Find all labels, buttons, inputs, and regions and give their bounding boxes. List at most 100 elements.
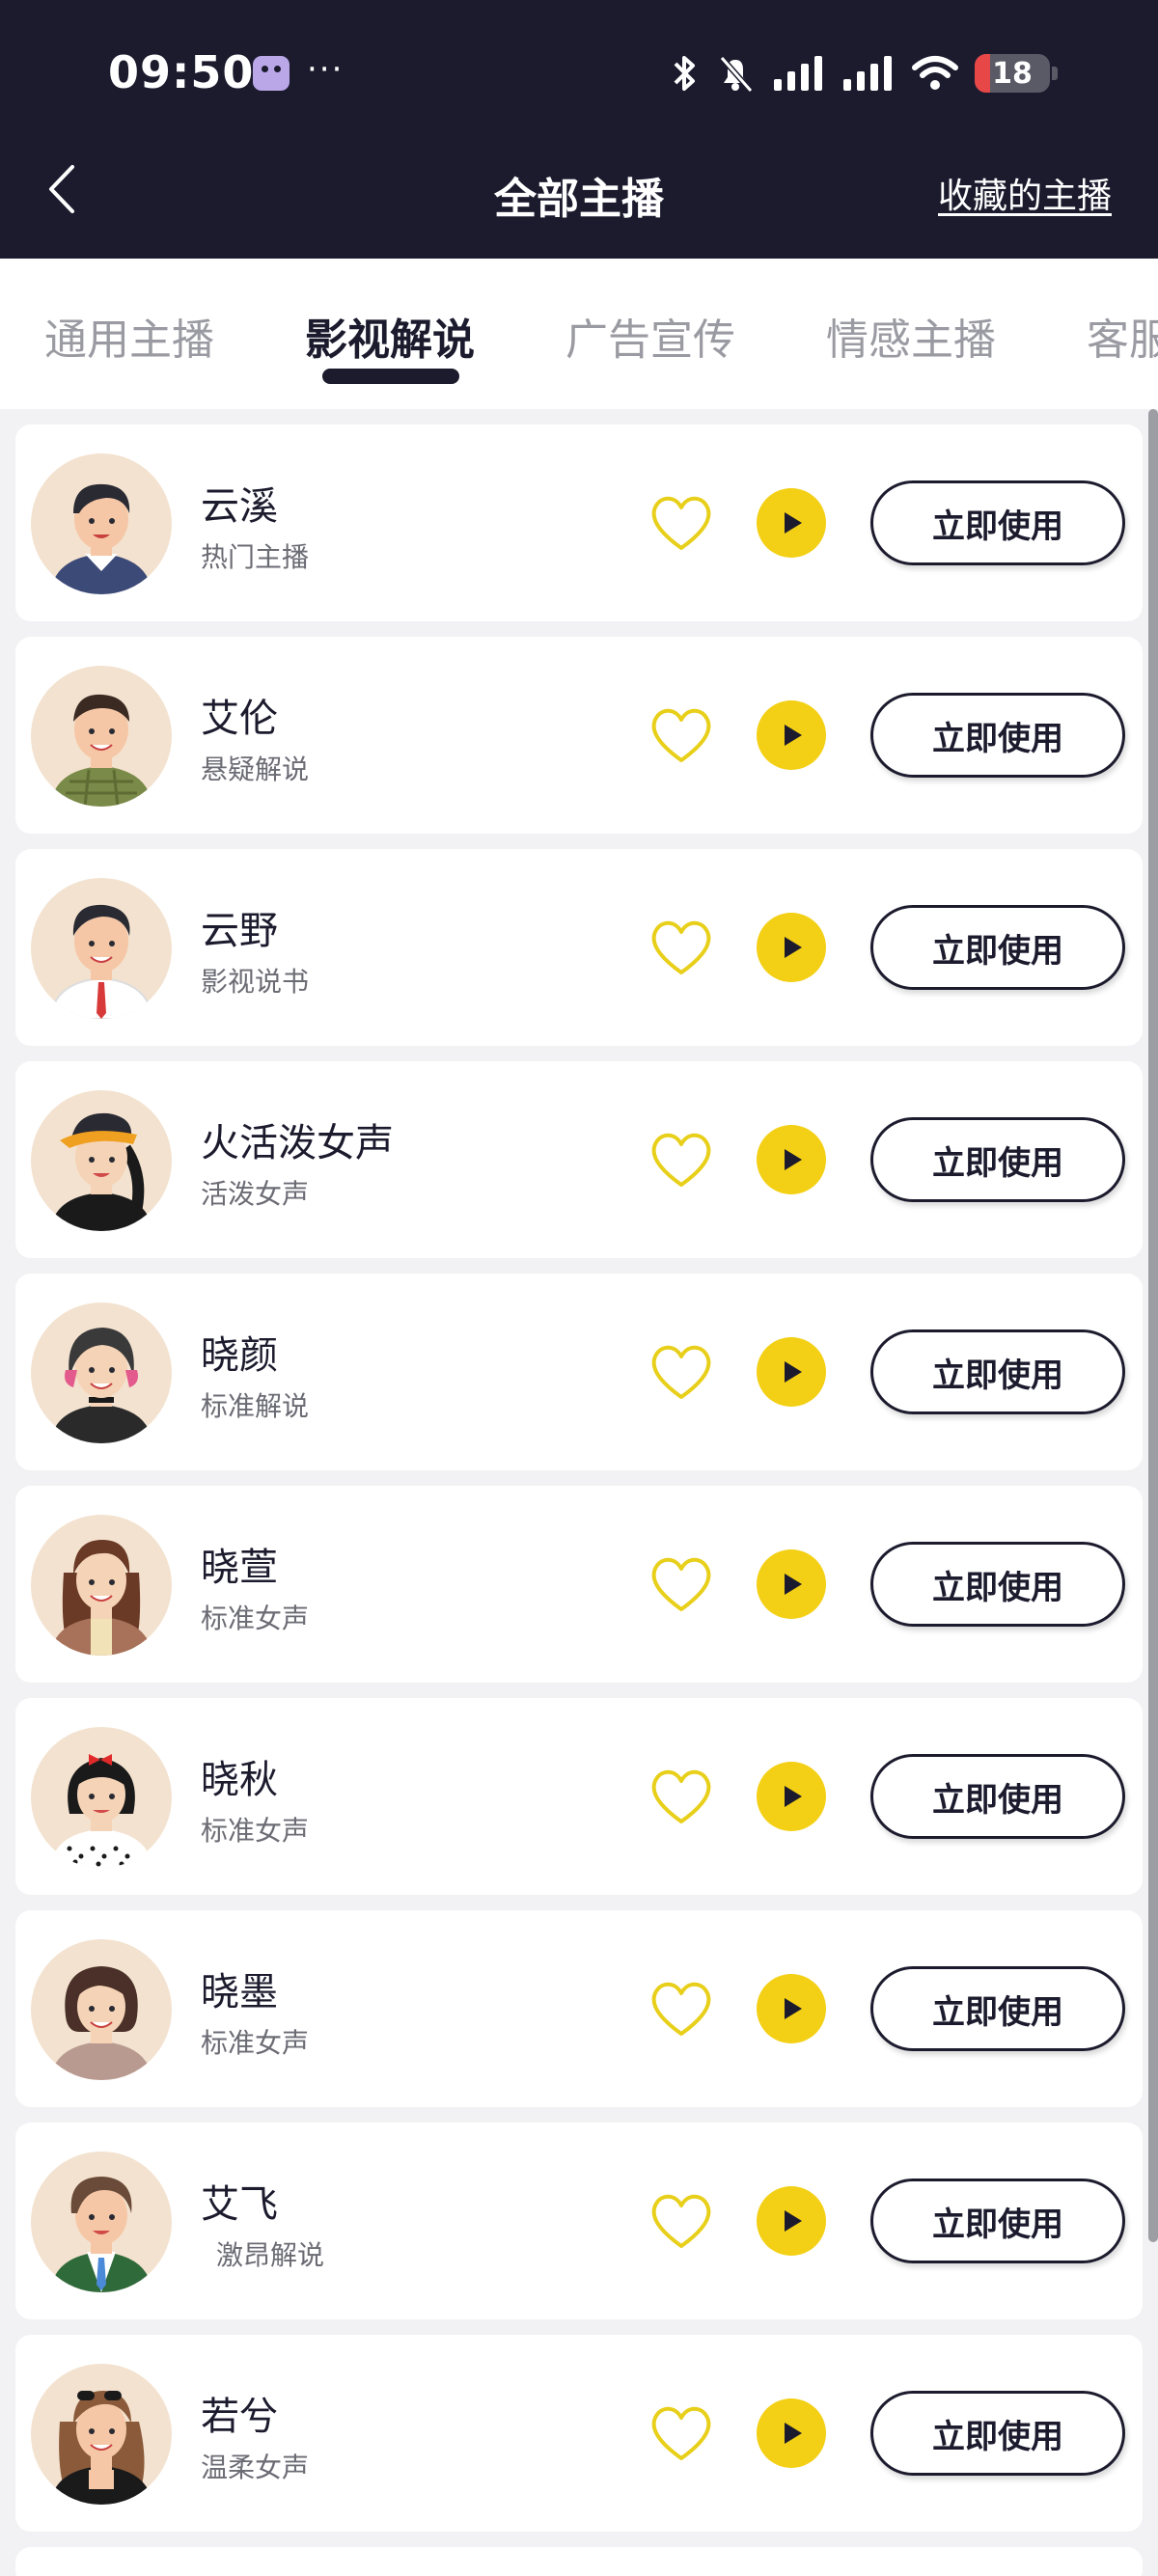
play-icon <box>785 937 802 958</box>
play-sample-button[interactable] <box>757 1337 826 1407</box>
heart-icon <box>651 920 711 974</box>
anchor-desc: 标准女声 <box>201 1603 310 1634</box>
favorites-link[interactable]: 收藏的主播 <box>938 168 1112 218</box>
anchor-desc: 标准女声 <box>201 2027 310 2059</box>
anchor-desc: 影视说书 <box>201 966 310 998</box>
avatar <box>31 1302 172 1443</box>
avatar <box>31 878 172 1019</box>
heart-icon <box>651 2194 711 2248</box>
anchor-name: 云溪 <box>201 484 278 529</box>
anchor-name: 若兮 <box>201 2395 278 2439</box>
play-sample-button[interactable] <box>757 2398 826 2468</box>
avatar <box>31 1727 172 1868</box>
play-sample-button[interactable] <box>757 1762 826 1831</box>
anchor-card: 晓颜 标准解说 立即使用 <box>15 1274 1143 1470</box>
anchor-card: 晓秋 标准女声 立即使用 <box>15 1698 1143 1895</box>
avatar <box>31 1515 172 1656</box>
anchor-card: 艾伦 悬疑解说 立即使用 <box>15 637 1143 834</box>
favorite-heart-button[interactable] <box>647 1974 716 2043</box>
anchor-card: 云野 影视说书 立即使用 <box>15 849 1143 1046</box>
use-now-button[interactable]: 立即使用 <box>870 1966 1125 2051</box>
play-icon <box>785 1998 802 2019</box>
signal-icon <box>843 56 892 91</box>
favorite-heart-button[interactable] <box>647 1337 716 1407</box>
use-now-button[interactable]: 立即使用 <box>870 2391 1125 2476</box>
play-icon <box>785 1149 802 1170</box>
play-icon <box>785 2210 802 2232</box>
more-notifications-icon: ··· <box>307 50 345 89</box>
heart-icon <box>651 1133 711 1187</box>
use-now-button[interactable]: 立即使用 <box>870 1754 1125 1839</box>
anchor-card: 晓墨 标准女声 立即使用 <box>15 1910 1143 2107</box>
favorite-heart-button[interactable] <box>647 1125 716 1194</box>
avatar <box>31 2151 172 2292</box>
play-sample-button[interactable] <box>757 913 826 982</box>
battery-icon: 18 <box>975 54 1050 93</box>
favorite-heart-button[interactable] <box>647 488 716 558</box>
anchor-desc: 激昂解说 <box>216 2239 325 2271</box>
battery-level: 18 <box>992 56 1033 91</box>
heart-icon <box>651 708 711 762</box>
avatar <box>31 1939 172 2080</box>
favorite-heart-button[interactable] <box>647 2398 716 2468</box>
active-tab-indicator <box>322 369 459 384</box>
anchor-name: 晓颜 <box>201 1333 278 1378</box>
heart-icon <box>651 1982 711 2036</box>
avatar <box>31 666 172 807</box>
avatar <box>31 2364 172 2505</box>
play-sample-button[interactable] <box>757 2186 826 2256</box>
anchor-name: 晓墨 <box>201 1970 278 2014</box>
use-now-button[interactable]: 立即使用 <box>870 1117 1125 1202</box>
favorite-heart-button[interactable] <box>647 700 716 770</box>
anchor-card: 晓萱 标准女声 立即使用 <box>15 1486 1143 1683</box>
anchor-desc: 标准解说 <box>201 1390 310 1422</box>
play-icon <box>785 1786 802 1807</box>
anchor-list: 云溪 热门主播 立即使用 艾伦 悬疑解说 立即使用 云野 影视说书 立即使用 火… <box>0 409 1158 2576</box>
anchor-name: 艾伦 <box>201 697 278 741</box>
signal-icon <box>774 56 822 91</box>
anchor-card: 若兮 温柔女声 立即使用 <box>15 2335 1143 2532</box>
use-now-button[interactable]: 立即使用 <box>870 693 1125 778</box>
tab-advertising[interactable]: 广告宣传 <box>565 305 735 367</box>
tab-emotional[interactable]: 情感主播 <box>826 305 996 367</box>
anchor-card: 艾飞 激昂解说 立即使用 <box>15 2123 1143 2319</box>
heart-icon <box>651 2406 711 2460</box>
play-icon <box>785 512 802 534</box>
anchor-name: 艾飞 <box>201 2182 278 2227</box>
favorite-heart-button[interactable] <box>647 913 716 982</box>
list-scrollbar[interactable] <box>1148 409 1158 2242</box>
favorite-heart-button[interactable] <box>647 1549 716 1619</box>
heart-icon <box>651 1769 711 1823</box>
use-now-button[interactable]: 立即使用 <box>870 480 1125 565</box>
play-sample-button[interactable] <box>757 488 826 558</box>
play-sample-button[interactable] <box>757 1974 826 2043</box>
heart-icon <box>651 1345 711 1399</box>
use-now-button[interactable]: 立即使用 <box>870 2179 1125 2263</box>
status-time: 09:50 <box>108 46 255 98</box>
heart-icon <box>651 496 711 550</box>
play-sample-button[interactable] <box>757 1549 826 1619</box>
anchor-name: 云野 <box>201 909 278 953</box>
anchor-card-partial <box>15 2547 1143 2576</box>
use-now-button[interactable]: 立即使用 <box>870 1329 1125 1414</box>
wifi-icon <box>912 56 958 90</box>
play-sample-button[interactable] <box>757 700 826 770</box>
play-icon <box>785 2423 802 2444</box>
category-tabs: 通用主播 影视解说 广告宣传 情感主播 客服 <box>0 259 1158 409</box>
use-now-button[interactable]: 立即使用 <box>870 1542 1125 1627</box>
status-bar: 09:50 ··· 18 <box>0 0 1158 145</box>
play-icon <box>785 1361 802 1383</box>
anchor-card: 火活泼女声 活泼女声 立即使用 <box>15 1061 1143 1258</box>
tab-film-commentary[interactable]: 影视解说 <box>305 305 475 367</box>
avatar <box>31 1090 172 1231</box>
mute-bell-icon <box>719 56 754 93</box>
favorite-heart-button[interactable] <box>647 1762 716 1831</box>
app-notification-icon <box>253 56 290 91</box>
play-sample-button[interactable] <box>757 1125 826 1194</box>
tab-customer-service[interactable]: 客服 <box>1087 305 1158 367</box>
use-now-button[interactable]: 立即使用 <box>870 905 1125 990</box>
battery-tip <box>1052 67 1058 80</box>
play-icon <box>785 725 802 746</box>
favorite-heart-button[interactable] <box>647 2186 716 2256</box>
tab-general[interactable]: 通用主播 <box>44 305 214 367</box>
